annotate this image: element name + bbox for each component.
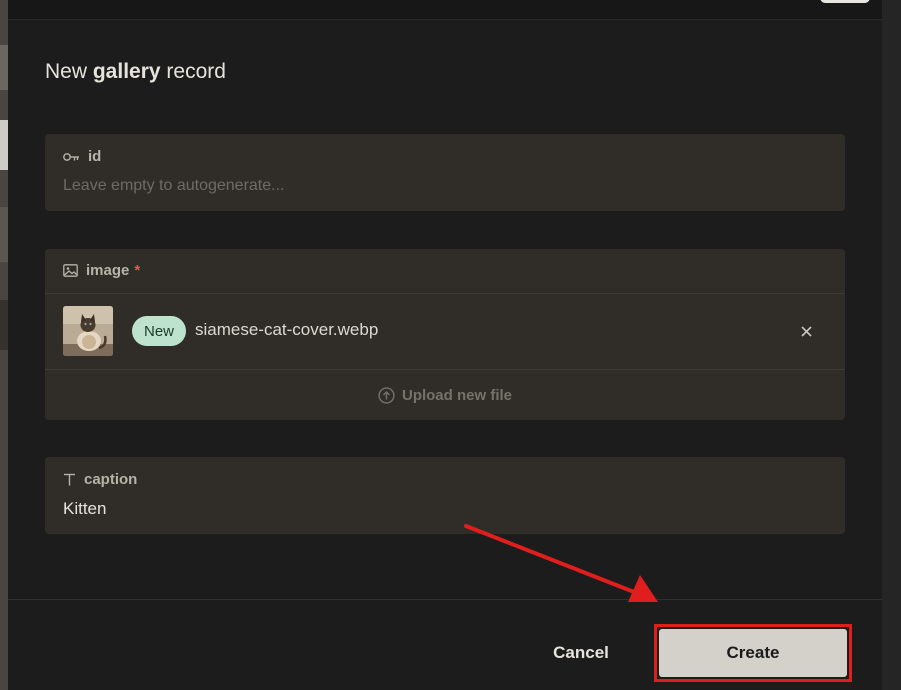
footer-divider (8, 599, 882, 600)
remove-file-button[interactable] (797, 322, 815, 340)
close-icon (800, 325, 812, 337)
image-field: image * New siamese-cat-cover.webp Uploa… (45, 249, 845, 420)
new-file-badge: New (132, 316, 187, 346)
upload-new-file-button[interactable]: Upload new file (45, 370, 845, 420)
upload-label: Upload new file (401, 386, 512, 404)
text-icon (63, 473, 76, 486)
caption-label-text: caption (84, 471, 138, 488)
key-icon (63, 152, 80, 162)
caption-input[interactable] (63, 497, 823, 521)
modal-topbar (8, 0, 882, 20)
record-modal: New gallery record id Leave empty to aut… (8, 0, 882, 690)
id-field[interactable]: id (45, 134, 845, 211)
image-field-label: image * (63, 262, 140, 279)
caption-field-label: caption (63, 471, 137, 488)
title-prefix: New (45, 60, 93, 83)
topbar-button[interactable] (820, 0, 870, 3)
title-suffix: record (160, 60, 226, 83)
id-input[interactable] (63, 174, 823, 198)
cloud-upload-icon (378, 386, 395, 404)
image-label-text: image (86, 262, 130, 279)
cancel-button[interactable]: Cancel (538, 637, 624, 669)
create-button[interactable]: Create (659, 629, 847, 677)
required-mark: * (134, 262, 141, 279)
id-label-text: id (88, 148, 102, 165)
file-name[interactable]: siamese-cat-cover.webp (195, 320, 378, 340)
id-field-label: id (63, 148, 101, 165)
file-thumbnail[interactable] (63, 306, 113, 356)
caption-field[interactable]: caption (45, 457, 845, 534)
background-block (0, 120, 8, 170)
title-collection: gallery (92, 60, 161, 83)
background-block (0, 45, 8, 90)
background-block (0, 300, 8, 350)
background-right (882, 0, 901, 690)
image-icon (63, 264, 78, 277)
background-page (0, 0, 8, 690)
modal-title: New gallery record (45, 60, 226, 84)
file-item: New siamese-cat-cover.webp (45, 294, 845, 369)
background-block (0, 207, 8, 262)
